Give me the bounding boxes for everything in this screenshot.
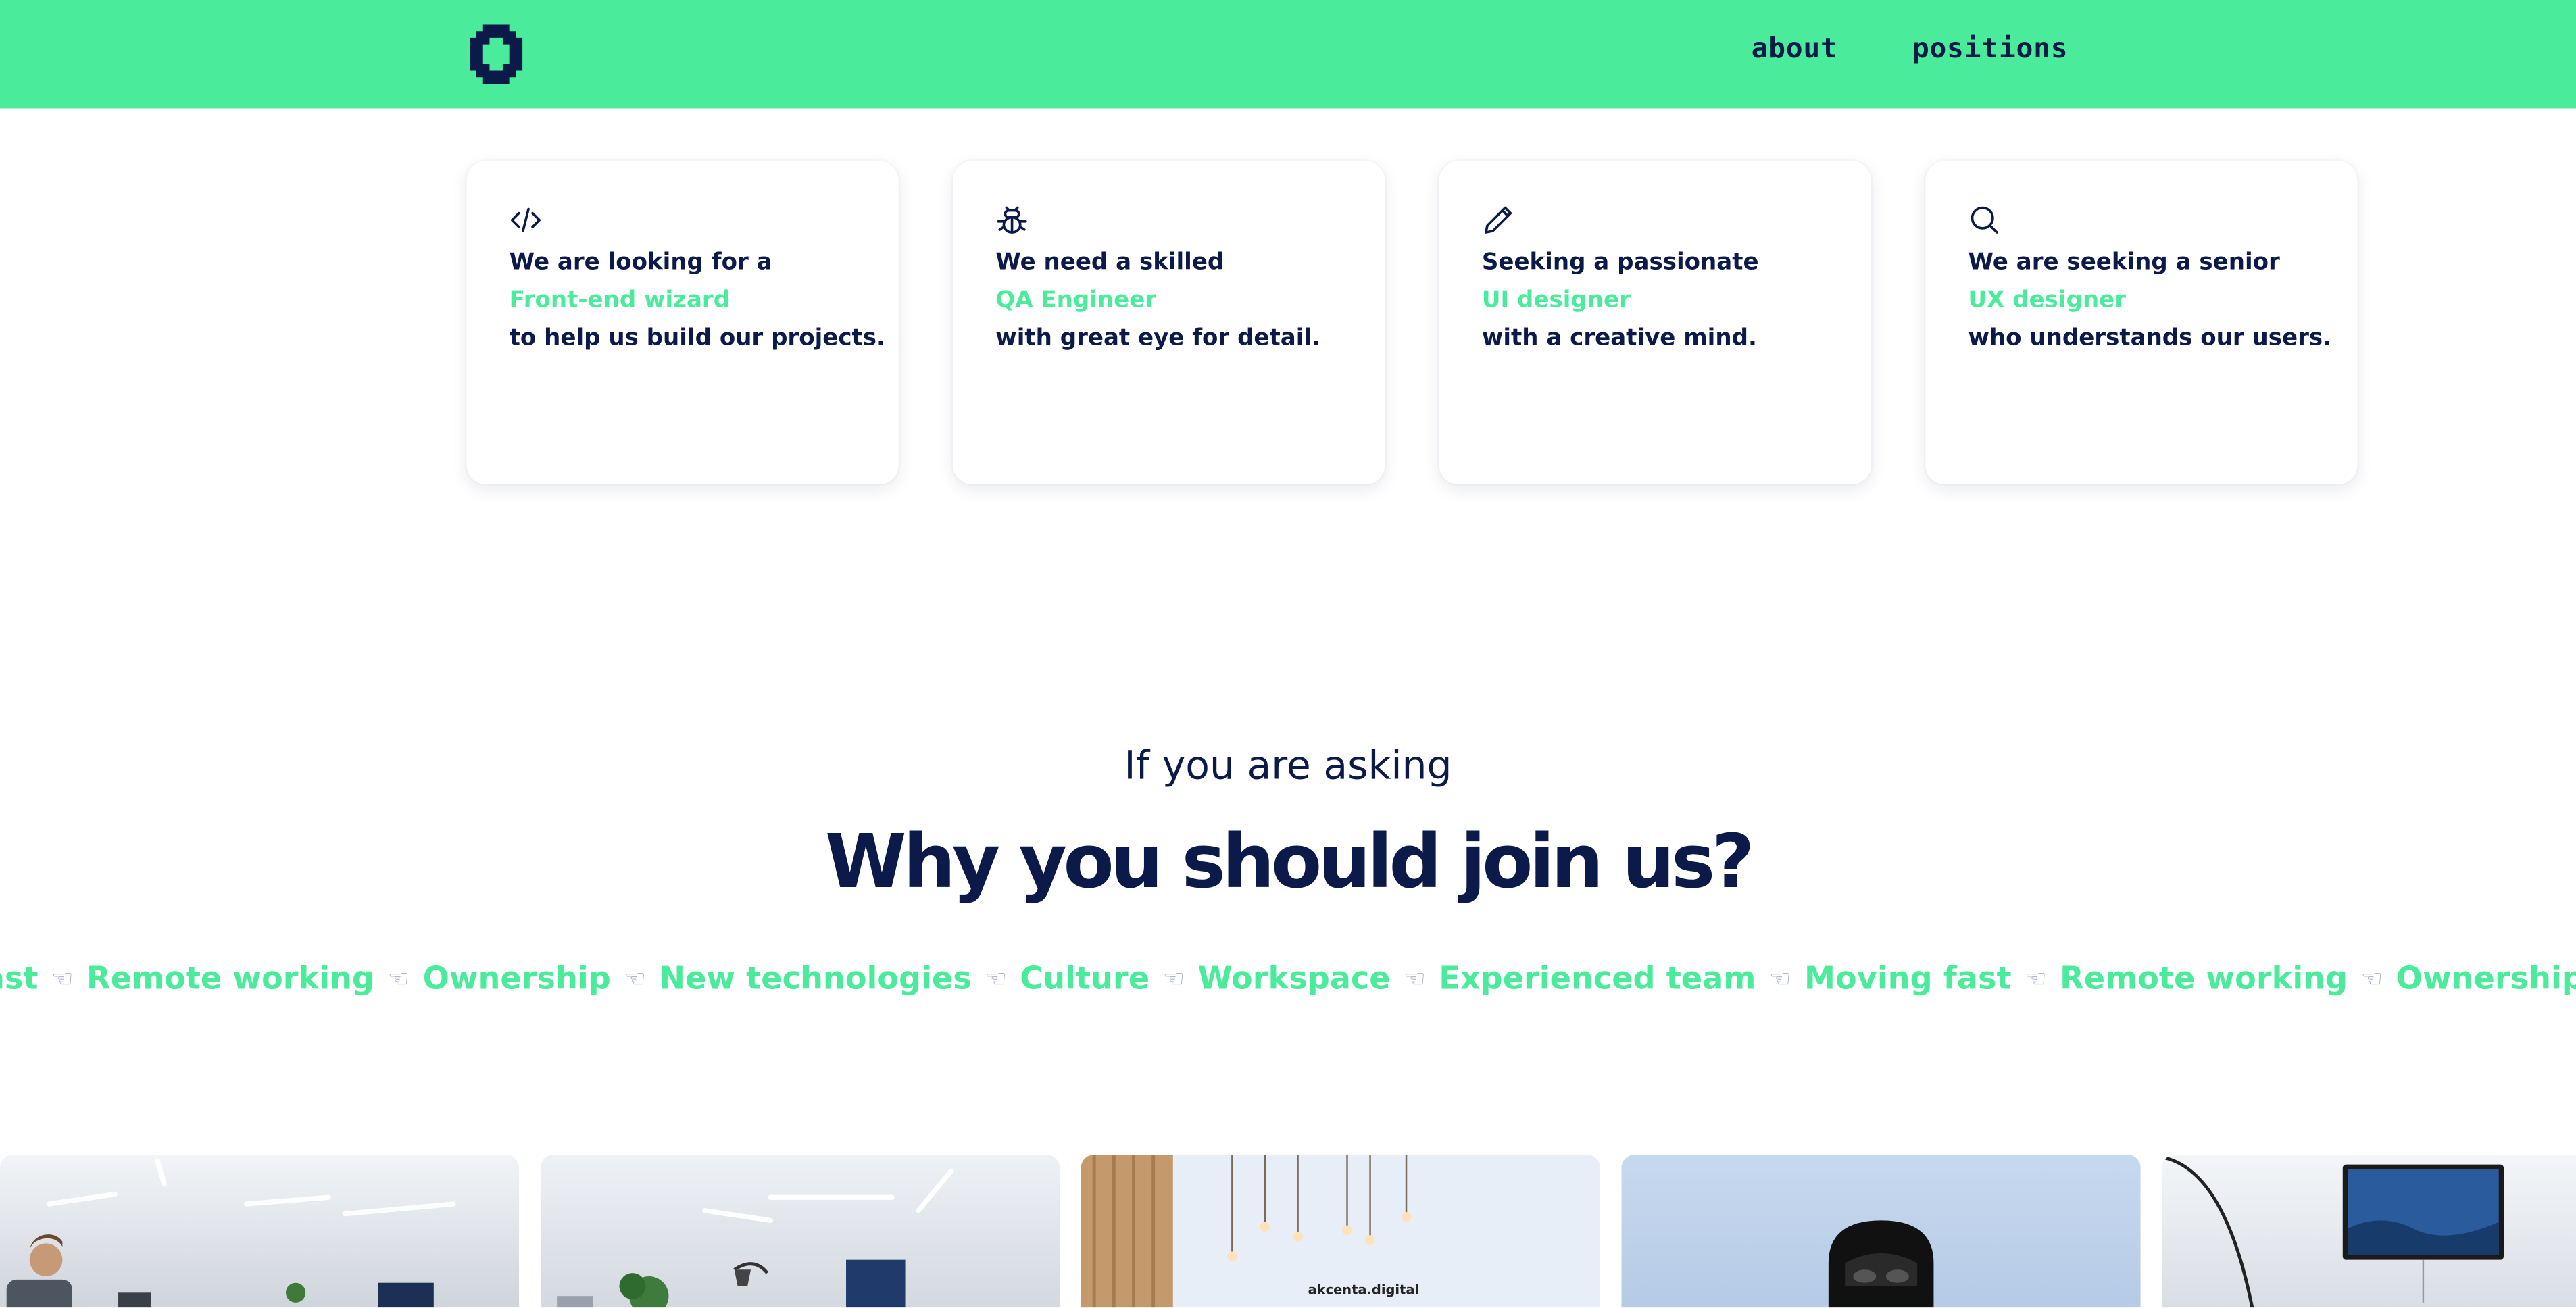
top-navigation-bar: about positions bbox=[0, 0, 2576, 109]
office-photo bbox=[2162, 1155, 2576, 1308]
benefit-item: New technologies bbox=[659, 959, 972, 997]
benefit-item: Remote working bbox=[2060, 959, 2348, 997]
office-photo bbox=[540, 1155, 1060, 1308]
position-intro: We need a skilled bbox=[995, 249, 1224, 276]
pointing-hand-icon: ☜ bbox=[2025, 963, 2047, 993]
position-role: QA Engineer bbox=[995, 287, 1157, 314]
position-role: UI designer bbox=[1481, 287, 1631, 314]
position-card-frontend[interactable]: We are looking for a Front-end wizard to… bbox=[466, 161, 899, 485]
position-description: who understands our users. bbox=[1968, 325, 2332, 352]
page: about positions We are looking for a Fro… bbox=[0, 0, 2576, 1308]
position-description: with great eye for detail. bbox=[995, 325, 1321, 352]
benefit-item: Culture bbox=[1020, 959, 1150, 997]
benefit-item: Experienced team bbox=[1439, 959, 1756, 997]
benefits-marquee: ast ☜ Remote working ☜ Ownership ☜ New technol… bbox=[0, 959, 2576, 997]
benefit-item: Workspace bbox=[1197, 959, 1391, 997]
pointing-hand-icon: ☜ bbox=[387, 963, 410, 993]
logo-icon[interactable] bbox=[466, 24, 526, 84]
benefit-item: ast bbox=[0, 959, 39, 997]
benefit-item: Remote working bbox=[86, 959, 374, 997]
office-photo bbox=[1621, 1155, 2141, 1308]
position-role: UX designer bbox=[1968, 287, 2127, 314]
pointing-hand-icon: ☜ bbox=[1162, 963, 1185, 993]
office-photo bbox=[0, 1155, 520, 1308]
section-subtitle: If you are asking bbox=[1124, 742, 1452, 788]
benefit-item: Moving fast bbox=[1804, 959, 2012, 997]
pointing-hand-icon: ☜ bbox=[624, 963, 646, 993]
office-photo: akcenta.digital bbox=[1081, 1155, 1600, 1308]
benefit-item: Ownership bbox=[2396, 959, 2576, 997]
position-intro: Seeking a passionate bbox=[1481, 249, 1759, 276]
pointing-hand-icon: ☜ bbox=[2360, 963, 2383, 993]
pointing-hand-icon: ☜ bbox=[1404, 963, 1426, 993]
position-intro: We are looking for a bbox=[509, 249, 772, 276]
office-sign-text: akcenta.digital bbox=[1308, 1282, 1420, 1298]
section-title: Why you should join us? bbox=[825, 818, 1754, 905]
position-card-qa[interactable]: We need a skilled QA Engineer with great… bbox=[953, 161, 1385, 485]
search-icon bbox=[1971, 206, 1998, 234]
position-intro: We are seeking a senior bbox=[1968, 249, 2280, 276]
pointing-hand-icon: ☜ bbox=[985, 963, 1007, 993]
benefit-item: Ownership bbox=[422, 959, 611, 997]
nav-positions-link[interactable]: positions bbox=[1912, 33, 2069, 66]
code-icon bbox=[510, 207, 541, 232]
position-card-ui[interactable]: Seeking a passionate UI designer with a … bbox=[1439, 161, 1872, 485]
bug-icon bbox=[997, 206, 1027, 234]
nav-about-link[interactable]: about bbox=[1752, 33, 1838, 66]
position-description: with a creative mind. bbox=[1481, 325, 1757, 352]
pencil-icon bbox=[1485, 206, 1512, 234]
position-role: Front-end wizard bbox=[509, 287, 730, 314]
position-description: to help us build our projects. bbox=[509, 325, 885, 352]
position-card-ux[interactable]: We are seeking a senior UX designer who … bbox=[1925, 161, 2358, 485]
pointing-hand-icon: ☜ bbox=[1768, 963, 1791, 993]
pointing-hand-icon: ☜ bbox=[51, 963, 74, 993]
